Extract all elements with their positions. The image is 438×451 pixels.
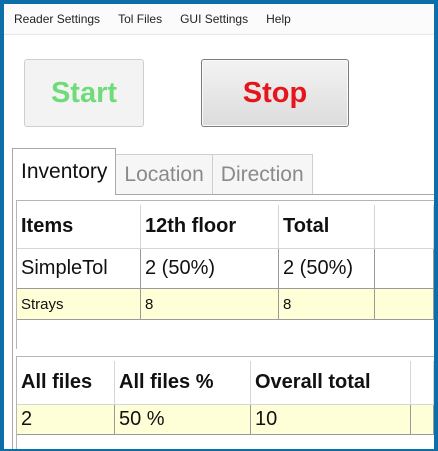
table-row[interactable]: Strays 8 8 <box>17 289 434 320</box>
menu-help[interactable]: Help <box>258 12 301 26</box>
cell-total[interactable]: 2 (50%) <box>279 249 375 289</box>
column-header-all-files-percent[interactable]: All files % <box>115 361 251 405</box>
table-row[interactable]: SimpleTol 2 (50%) 2 (50%) <box>17 249 434 289</box>
summary-grid-header: All files All files % Overall total <box>17 361 434 405</box>
row-filler <box>411 405 434 435</box>
tab-direction[interactable]: Direction <box>211 154 313 195</box>
menu-tol-files[interactable]: Tol Files <box>110 12 172 26</box>
column-header-overall-total[interactable]: Overall total <box>251 361 411 405</box>
cell-total[interactable]: 8 <box>279 289 375 320</box>
menu-gui-settings[interactable]: GUI Settings <box>172 12 258 26</box>
row-filler <box>375 249 434 289</box>
stop-button[interactable]: Stop <box>201 59 349 127</box>
row-filler <box>375 289 434 320</box>
menu-reader-settings[interactable]: Reader Settings <box>4 12 110 26</box>
summary-grid: All files All files % Overall total 2 50… <box>16 356 434 449</box>
tab-inventory[interactable]: Inventory <box>12 148 117 195</box>
cell-overall-total[interactable]: 10 <box>251 405 411 435</box>
cell-item-name[interactable]: Strays <box>17 289 141 320</box>
cell-all-files[interactable]: 2 <box>17 405 115 435</box>
column-header-all-files[interactable]: All files <box>17 361 115 405</box>
table-row[interactable]: 2 50 % 10 <box>17 405 434 435</box>
app-window: Reader Settings Tol Files GUI Settings H… <box>0 0 438 451</box>
start-button[interactable]: Start <box>24 59 144 127</box>
cell-12th-floor[interactable]: 8 <box>141 289 279 320</box>
cell-12th-floor[interactable]: 2 (50%) <box>141 249 279 289</box>
cell-item-name[interactable]: SimpleTol <box>17 249 141 289</box>
column-header-12th-floor[interactable]: 12th floor <box>141 205 279 249</box>
tab-location[interactable]: Location <box>115 154 213 195</box>
inventory-grid: Items 12th floor Total SimpleTol 2 (50%)… <box>16 200 434 349</box>
header-filler <box>375 205 434 249</box>
menu-bar: Reader Settings Tol Files GUI Settings H… <box>4 4 434 35</box>
inventory-grid-header: Items 12th floor Total <box>17 205 434 249</box>
tab-strip: Inventory Location Direction <box>12 148 313 195</box>
column-header-total[interactable]: Total <box>279 205 375 249</box>
cell-all-files-percent[interactable]: 50 % <box>115 405 251 435</box>
column-header-items[interactable]: Items <box>17 205 141 249</box>
header-filler <box>411 361 434 405</box>
